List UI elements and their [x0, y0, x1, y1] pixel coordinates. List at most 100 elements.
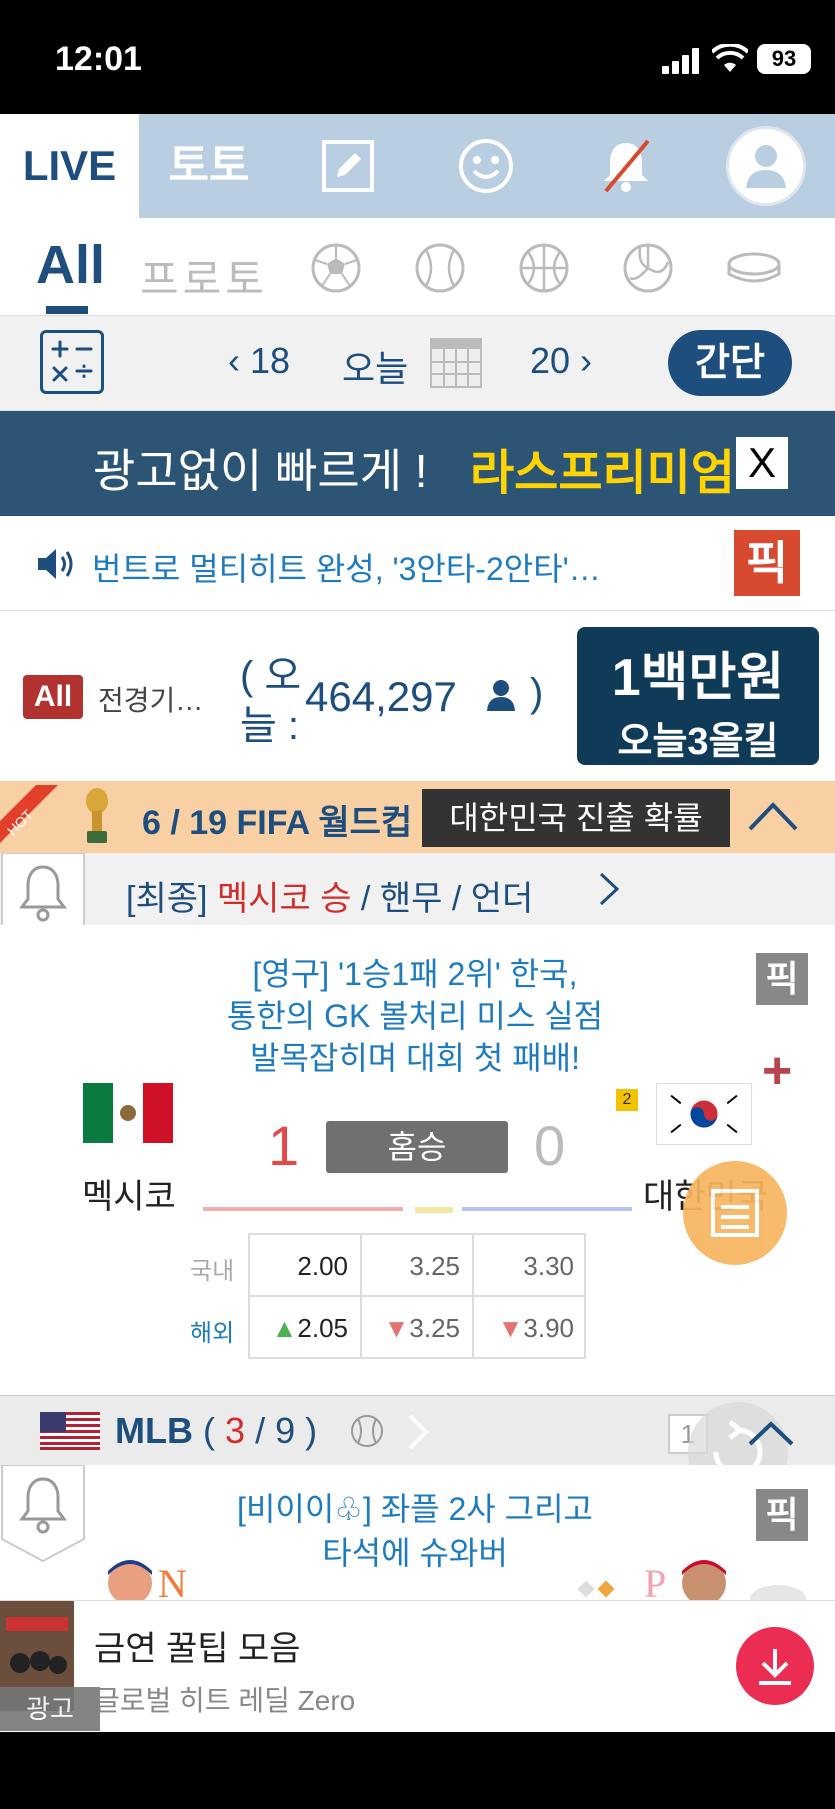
calendar-icon[interactable]	[430, 338, 482, 388]
ad-subtitle: 글로벌 히트 레딜 Zero	[94, 1685, 356, 1716]
mlb-open: (	[203, 1410, 215, 1451]
signal-icon	[662, 48, 699, 74]
away-rank-badge: 2	[616, 1089, 638, 1111]
result-winner: 멕시코 승	[216, 880, 352, 918]
mlb-match-card[interactable]: [비이이♧] 좌플 2사 그리고 타석에 슈와버 픽 N P	[0, 1465, 835, 1600]
mlb-name: MLB	[115, 1410, 193, 1451]
svg-text:N: N	[158, 1561, 187, 1600]
stats-row: All 전경기… ( 오 늘 : 464,297 ) 1백만원 오늘3올킬	[0, 611, 835, 781]
stats-today-label: 늘 :	[240, 704, 300, 748]
odds-cell[interactable]: 2.00	[250, 1235, 362, 1297]
prev-date-button[interactable]: ‹ 18	[228, 340, 290, 382]
hockey-icon[interactable]	[726, 242, 782, 294]
all-badge[interactable]: All	[23, 675, 83, 719]
tab-proto[interactable]: 프로토	[140, 246, 268, 307]
hot-match-header[interactable]: HOT 6 / 19 FIFA 월드컵 대한민국 진출 확률	[0, 781, 835, 853]
league-header-mlb[interactable]: MLB ( 3 / 9 ) 1	[0, 1395, 835, 1502]
chevron-right-icon[interactable]	[596, 871, 622, 907]
list-icon	[711, 1189, 759, 1237]
away-win-bar	[462, 1207, 632, 1211]
sport-tabs: All 프로토	[0, 218, 835, 316]
pick-button[interactable]: 픽	[734, 530, 800, 596]
home-win-bar	[203, 1207, 403, 1211]
live-count: 3	[225, 1410, 246, 1451]
chevron-up-icon[interactable]	[746, 1418, 796, 1448]
match-card[interactable]: [영구] '1승1패 2위' 한국, 통한의 GK 볼처리 미스 실점 발목잡히…	[0, 925, 835, 1395]
edit-icon[interactable]	[310, 128, 386, 204]
person-icon	[487, 680, 515, 711]
odds-cell[interactable]: ▲2.05	[250, 1297, 362, 1359]
total-count: 9	[275, 1410, 296, 1451]
floating-list-button[interactable]	[683, 1161, 787, 1265]
visitor-count: 464,297	[305, 673, 457, 720]
tab-all[interactable]: All	[36, 234, 105, 296]
draw-bar	[415, 1207, 453, 1213]
match-headline[interactable]: [영구] '1승1패 2위' 한국, 통한의 GK 볼처리 미스 실점 발목잡히…	[150, 953, 680, 1079]
odds-cell[interactable]: 3.30	[474, 1235, 586, 1297]
promo-text: 광고없이 빠르게 !	[93, 445, 428, 497]
headline-line: 통한의 GK 볼처리 미스 실점	[226, 998, 604, 1034]
promo-highlight: 라스프리미엄	[470, 447, 735, 500]
match-result-row[interactable]: [최종] 멕시코 승 / 핸무 / 언더	[0, 853, 835, 925]
add-icon[interactable]: +	[762, 1041, 792, 1101]
profile-icon[interactable]	[726, 126, 806, 206]
calculator-icon[interactable]	[40, 330, 104, 394]
mets-player-avatar: N	[108, 1560, 187, 1600]
svg-text:P: P	[644, 1561, 666, 1600]
chevron-right-icon[interactable]	[406, 1412, 430, 1452]
match-headline[interactable]: [비이이♧] 좌플 2사 그리고 타석에 슈와버	[150, 1487, 680, 1575]
battery-indicator: 93	[757, 44, 811, 74]
soccer-icon[interactable]	[310, 242, 362, 294]
next-date-button[interactable]: 20 ›	[530, 340, 592, 382]
foreign-odds-label: 해외	[190, 1320, 235, 1347]
pick-button[interactable]: 픽	[756, 953, 808, 1005]
headline-line: [비이이♧] 좌플 2사 그리고	[237, 1491, 593, 1527]
today-label[interactable]: 오늘	[342, 340, 408, 392]
tab-toto[interactable]: 토토	[139, 114, 279, 218]
trophy-icon	[86, 788, 108, 843]
download-button[interactable]	[736, 1627, 814, 1705]
hot-match-title: 6 / 19 FIFA 월드컵	[142, 804, 413, 842]
result-text: [최종] 멕시코 승 / 핸무 / 언더	[126, 871, 533, 920]
simple-mode-button[interactable]: 간단	[668, 330, 792, 396]
mlb-sep: /	[255, 1410, 266, 1451]
home-score: 1	[268, 1114, 300, 1177]
odds-cell[interactable]: 3.25	[362, 1235, 474, 1297]
bell-off-icon[interactable]	[588, 128, 664, 204]
mlb-close: )	[305, 1410, 318, 1451]
ad-line1: 1백만원	[611, 649, 785, 707]
result-rest: / 핸무 / 언더	[351, 880, 534, 918]
probability-tooltip[interactable]: 대한민국 진출 확률	[422, 789, 730, 847]
bottom-ad-banner[interactable]: 광고 금연 꿀팁 모음 글로벌 히트 레딜 Zero	[0, 1600, 835, 1732]
odds-value: 3.90	[523, 1313, 574, 1343]
promo-banner[interactable]: 광고없이 빠르게 ! 라스프리미엄 X	[0, 411, 835, 516]
smiley-icon[interactable]	[448, 128, 524, 204]
domestic-odds-label: 국내	[190, 1258, 235, 1285]
tab-active-indicator	[46, 306, 88, 314]
diamond-icon	[577, 1580, 615, 1598]
odds-value: 2.05	[297, 1313, 348, 1343]
basketball-icon[interactable]	[518, 242, 570, 294]
odds-cell[interactable]: ▼3.90	[474, 1297, 586, 1359]
headline-line: 발목잡히며 대회 첫 패배!	[250, 1040, 580, 1076]
usa-flag-icon	[40, 1412, 100, 1450]
match-alarm-bell-icon[interactable]	[0, 1465, 86, 1565]
news-text: 번트로 멀티히트 완성, '3안타-2안타'…	[92, 551, 601, 587]
ad-tag: 광고	[0, 1687, 100, 1731]
odds-table: 2.00 3.25 3.30 ▲2.05 ▼3.25 ▼3.90	[248, 1233, 586, 1359]
league-name: MLB ( 3 / 9 )	[115, 1410, 317, 1452]
pick-button[interactable]: 픽	[756, 1489, 808, 1541]
promo-close-button[interactable]: X	[736, 437, 788, 489]
headline-line: [영구] '1승1패 2위' 한국,	[252, 956, 578, 992]
chevron-up-icon[interactable]	[746, 799, 800, 833]
tab-live[interactable]: LIVE	[0, 114, 139, 218]
news-ticker[interactable]: 번트로 멀티히트 완성, '3안타-2안타'… 픽	[0, 516, 835, 611]
baseball-icon[interactable]	[414, 242, 466, 294]
ad-line2: 오늘3올킬	[617, 721, 779, 763]
date-row: ‹ 18 오늘 20 › 간단	[0, 316, 835, 411]
odds-cell[interactable]: ▼3.25	[362, 1297, 474, 1359]
odds-down-icon: ▼	[497, 1313, 524, 1343]
million-won-ad[interactable]: 1백만원 오늘3올킬	[577, 627, 819, 765]
all-games-label[interactable]: 전경기…	[98, 679, 203, 719]
volleyball-icon[interactable]	[622, 242, 674, 294]
